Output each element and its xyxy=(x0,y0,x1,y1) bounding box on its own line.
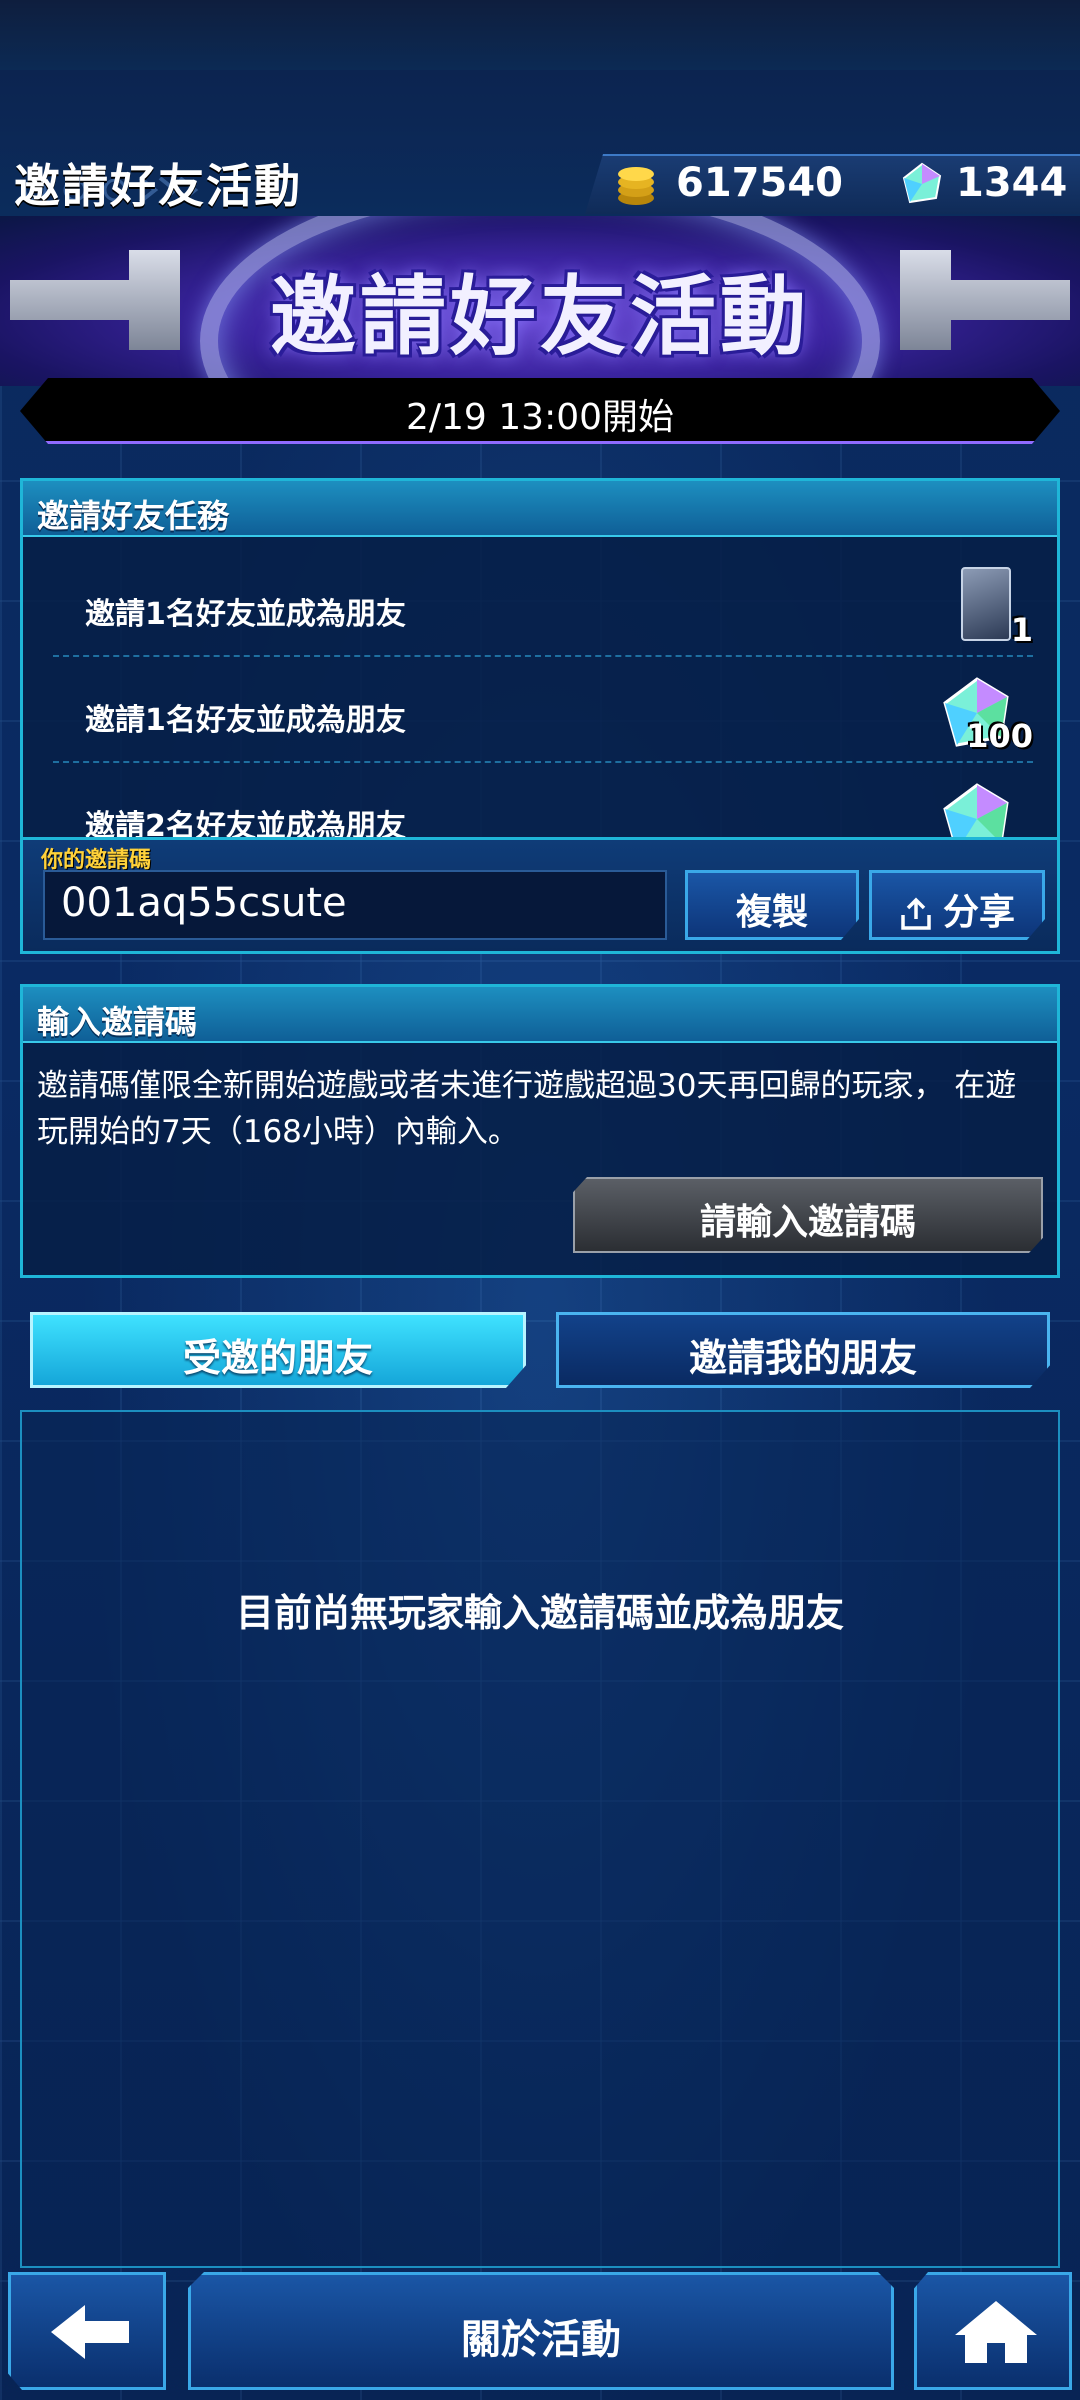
share-icon xyxy=(899,897,933,931)
coin-balance: 617540 xyxy=(676,160,843,206)
tab-inviter-friends[interactable]: 邀請我的朋友 xyxy=(556,1312,1050,1388)
task-label: 邀請1名好友並成為朋友 xyxy=(85,597,406,632)
enter-invite-code-button[interactable]: 請輸入邀請碼 xyxy=(573,1177,1043,1253)
task-row: 邀請1名好友並成為朋友 100 xyxy=(53,657,1033,763)
home-icon xyxy=(955,2301,1037,2363)
home-button[interactable] xyxy=(914,2272,1072,2390)
invite-tasks-panel: 邀請好友任務 邀請1名好友並成為朋友 1 邀請1名好友並成為朋友 100 邀請2… xyxy=(20,478,1060,954)
event-date: 2/19 13:00開始 xyxy=(405,397,675,438)
empty-friends-message: 目前尚無玩家輸入邀請碼並成為朋友 xyxy=(235,1591,844,1635)
tab-invited-friends[interactable]: 受邀的朋友 xyxy=(30,1312,526,1388)
event-banner: 邀請好友活動 xyxy=(0,216,1080,386)
share-label: 分享 xyxy=(942,892,1015,933)
gem-icon xyxy=(902,162,942,204)
enter-code-panel: 輸入邀請碼 邀請碼僅限全新開始遊戲或者未進行遊戲超過30天再回歸的玩家， 在遊玩… xyxy=(20,984,1060,1278)
banner-title: 邀請好友活動 xyxy=(270,267,810,367)
your-invite-code-area: 你的邀請碼 001aq55csute 複製 分享 xyxy=(23,837,1057,951)
friends-list: 目前尚無玩家輸入邀請碼並成為朋友 xyxy=(20,1410,1060,2268)
share-button[interactable]: 分享 xyxy=(869,870,1045,940)
task-label: 邀請2名好友並成為朋友 xyxy=(85,809,406,837)
about-event-button[interactable]: 關於活動 xyxy=(188,2272,894,2390)
card-pack-icon xyxy=(961,567,1011,641)
page-title: 邀請好友活動 xyxy=(14,159,302,213)
gem-icon xyxy=(943,783,1009,837)
invite-tasks-title: 邀請好友任務 xyxy=(23,481,1057,537)
status-strip xyxy=(0,0,1080,70)
back-arrow-icon xyxy=(51,2305,129,2359)
task-label: 邀請1名好友並成為朋友 xyxy=(85,703,406,738)
coin-icon xyxy=(618,167,654,205)
task-row: 邀請2名好友並成為朋友 xyxy=(53,763,1033,837)
reward-qty: 100 xyxy=(966,717,1033,755)
enter-code-description: 邀請碼僅限全新開始遊戲或者未進行遊戲超過30天再回歸的玩家， 在遊玩開始的7天（… xyxy=(37,1068,1017,1150)
invite-code-field[interactable]: 001aq55csute xyxy=(43,870,667,940)
reward-qty: 1 xyxy=(1010,611,1033,649)
event-date-bar: 2/19 13:00開始 xyxy=(20,378,1060,444)
task-row: 邀請1名好友並成為朋友 1 xyxy=(53,551,1033,657)
back-button[interactable] xyxy=(8,2272,166,2390)
gem-balance: 1344 xyxy=(956,160,1068,206)
copy-button[interactable]: 複製 xyxy=(685,870,859,940)
enter-code-title: 輸入邀請碼 xyxy=(23,987,1057,1043)
